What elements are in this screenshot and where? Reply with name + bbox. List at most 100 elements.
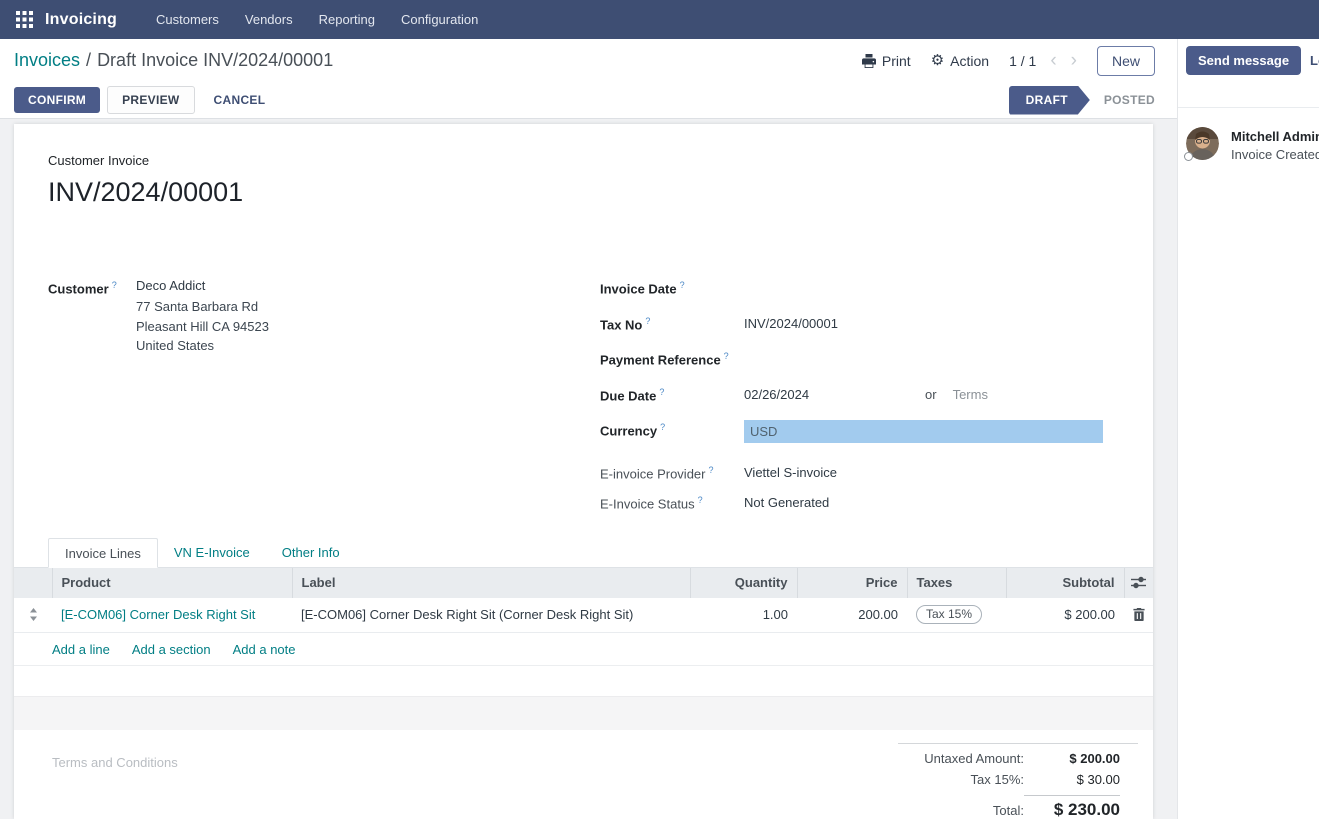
field-grid: Customer? Deco Addict 77 Santa Barbara R… bbox=[48, 278, 1119, 523]
cancel-button[interactable]: CANCEL bbox=[202, 87, 278, 113]
terms-and-conditions-input[interactable]: Terms and Conditions bbox=[52, 743, 178, 770]
payment-terms-field[interactable]: Terms bbox=[953, 385, 988, 402]
delete-line-button[interactable] bbox=[1124, 598, 1153, 633]
optional-columns-button[interactable] bbox=[1124, 568, 1153, 598]
due-date-input[interactable]: 02/26/2024 bbox=[744, 385, 925, 402]
tab-invoice-lines[interactable]: Invoice Lines bbox=[48, 538, 158, 568]
tab-vn-einvoice[interactable]: VN E-Invoice bbox=[158, 539, 266, 567]
confirm-button[interactable]: CONFIRM bbox=[14, 87, 100, 113]
address-line: Pleasant Hill CA 94523 bbox=[136, 317, 269, 337]
chatter-message: Mitchell Admin Invoice Created bbox=[1186, 127, 1319, 164]
invoice-sheet: Customer Invoice INV/2024/00001 Customer… bbox=[14, 124, 1153, 819]
add-a-section-link[interactable]: Add a section bbox=[132, 642, 211, 657]
form-view: Customer Invoice INV/2024/00001 Customer… bbox=[0, 119, 1177, 819]
help-icon: ? bbox=[659, 387, 664, 397]
nav-item-customers[interactable]: Customers bbox=[143, 0, 232, 39]
invoice-lines-table: Product Label Quantity Price Taxes Subto… bbox=[14, 568, 1153, 634]
help-icon: ? bbox=[680, 280, 685, 290]
column-header-subtotal: Subtotal bbox=[1006, 568, 1124, 598]
apps-menu-button[interactable] bbox=[16, 11, 33, 28]
pager-count: 1 / 1 bbox=[1009, 53, 1036, 69]
log-note-button[interactable]: Log note bbox=[1310, 53, 1319, 68]
message-event: Invoice Created bbox=[1231, 145, 1319, 164]
empty-table-row-striped bbox=[14, 697, 1153, 730]
or-label: or bbox=[925, 385, 937, 402]
handle-column-header bbox=[14, 568, 52, 598]
tab-bar: Invoice Lines VN E-Invoice Other Info bbox=[14, 538, 1153, 568]
status-posted[interactable]: POSTED bbox=[1104, 93, 1155, 107]
document-type-label: Customer Invoice bbox=[48, 153, 1119, 168]
add-line-row: Add a line Add a section Add a note bbox=[14, 633, 1153, 666]
print-button[interactable]: Print bbox=[862, 53, 911, 69]
table-header-row: Product Label Quantity Price Taxes Subto… bbox=[14, 568, 1153, 598]
printer-icon bbox=[862, 54, 876, 68]
nav-item-configuration[interactable]: Configuration bbox=[388, 0, 491, 39]
invoice-date-input[interactable] bbox=[744, 278, 925, 280]
nav-item-vendors[interactable]: Vendors bbox=[232, 0, 306, 39]
grid-icon bbox=[16, 11, 33, 28]
add-a-line-link[interactable]: Add a line bbox=[52, 642, 110, 657]
line-tax-badge[interactable]: Tax 15% bbox=[916, 605, 982, 624]
customer-address: 77 Santa Barbara Rd Pleasant Hill CA 945… bbox=[136, 297, 269, 356]
statusbar-row: CONFIRM PREVIEW CANCEL DRAFT POSTED bbox=[0, 82, 1177, 119]
preview-button[interactable]: PREVIEW bbox=[107, 86, 194, 114]
main-pane: Invoices/Draft Invoice INV/2024/00001 Pr… bbox=[0, 39, 1177, 819]
line-price-field[interactable]: 200.00 bbox=[797, 598, 907, 633]
sheet-bottom: Terms and Conditions Untaxed Amount: $ 2… bbox=[14, 743, 1153, 819]
address-line: 77 Santa Barbara Rd bbox=[136, 297, 269, 317]
column-header-price: Price bbox=[797, 568, 907, 598]
tax-value: $ 30.00 bbox=[1024, 772, 1120, 787]
action-menu-button[interactable]: ⚙ Action bbox=[931, 53, 989, 69]
help-icon: ? bbox=[660, 422, 665, 432]
untaxed-amount-label: Untaxed Amount: bbox=[924, 751, 1024, 766]
status-draft[interactable]: DRAFT bbox=[1009, 86, 1090, 115]
invoice-number-title: INV/2024/00001 bbox=[48, 174, 1119, 210]
chevron-left-icon[interactable]: ‹ bbox=[1050, 51, 1056, 70]
untaxed-amount-value: $ 200.00 bbox=[1024, 751, 1120, 766]
gear-icon: ⚙ bbox=[931, 53, 944, 68]
row-drag-handle[interactable] bbox=[14, 598, 52, 633]
app-name[interactable]: Invoicing bbox=[45, 11, 117, 29]
totals-block: Untaxed Amount: $ 200.00 Tax 15%: $ 30.0… bbox=[898, 743, 1138, 819]
print-label: Print bbox=[882, 53, 911, 69]
column-header-taxes: Taxes bbox=[907, 568, 1006, 598]
chatter-panel: Send message Log note bbox=[1177, 39, 1319, 819]
total-label: Total: bbox=[993, 799, 1024, 818]
help-icon: ? bbox=[112, 280, 117, 290]
tab-other-info[interactable]: Other Info bbox=[266, 539, 356, 567]
top-navbar: Invoicing Customers Vendors Reporting Co… bbox=[0, 0, 1319, 39]
add-a-note-link[interactable]: Add a note bbox=[233, 642, 296, 657]
chatter-divider bbox=[1178, 107, 1319, 108]
line-quantity-field[interactable]: 1.00 bbox=[690, 598, 797, 633]
column-header-label: Label bbox=[292, 568, 690, 598]
breadcrumb-current: Draft Invoice INV/2024/00001 bbox=[97, 50, 333, 70]
status-pipeline: DRAFT POSTED bbox=[1009, 86, 1155, 115]
tax-no-label: Tax No? bbox=[600, 314, 744, 332]
total-row: Total: $ 230.00 bbox=[898, 792, 1138, 819]
invoice-date-label: Invoice Date? bbox=[600, 278, 744, 296]
action-label: Action bbox=[950, 53, 989, 69]
breadcrumb-separator: / bbox=[80, 50, 97, 70]
online-status-icon bbox=[1184, 152, 1193, 161]
help-icon: ? bbox=[724, 351, 729, 361]
line-subtotal-value: $ 200.00 bbox=[1006, 598, 1124, 633]
send-message-button[interactable]: Send message bbox=[1186, 46, 1301, 75]
new-button[interactable]: New bbox=[1097, 46, 1155, 76]
currency-field[interactable]: USD bbox=[744, 420, 1103, 443]
customer-name-field[interactable]: Deco Addict bbox=[136, 278, 269, 293]
untaxed-amount-row: Untaxed Amount: $ 200.00 bbox=[898, 748, 1138, 769]
nav-item-reporting[interactable]: Reporting bbox=[306, 0, 388, 39]
line-label-field[interactable]: [E-COM06] Corner Desk Right Sit (Corner … bbox=[292, 598, 690, 633]
chevron-right-icon[interactable]: › bbox=[1071, 51, 1077, 70]
line-product-field[interactable]: [E-COM06] Corner Desk Right Sit bbox=[61, 607, 255, 622]
payment-reference-input[interactable] bbox=[744, 349, 925, 351]
due-date-label: Due Date? bbox=[600, 385, 744, 403]
tax-no-field[interactable]: INV/2024/00001 bbox=[744, 314, 838, 331]
customer-field-label: Customer? bbox=[48, 278, 136, 523]
breadcrumb-invoices-link[interactable]: Invoices bbox=[14, 50, 80, 70]
einvoice-provider-field[interactable]: Viettel S-invoice bbox=[744, 463, 837, 480]
control-panel: Invoices/Draft Invoice INV/2024/00001 Pr… bbox=[0, 39, 1177, 82]
address-line: United States bbox=[136, 336, 269, 356]
message-author: Mitchell Admin bbox=[1231, 128, 1319, 145]
einvoice-provider-label: E-invoice Provider? bbox=[600, 463, 744, 481]
